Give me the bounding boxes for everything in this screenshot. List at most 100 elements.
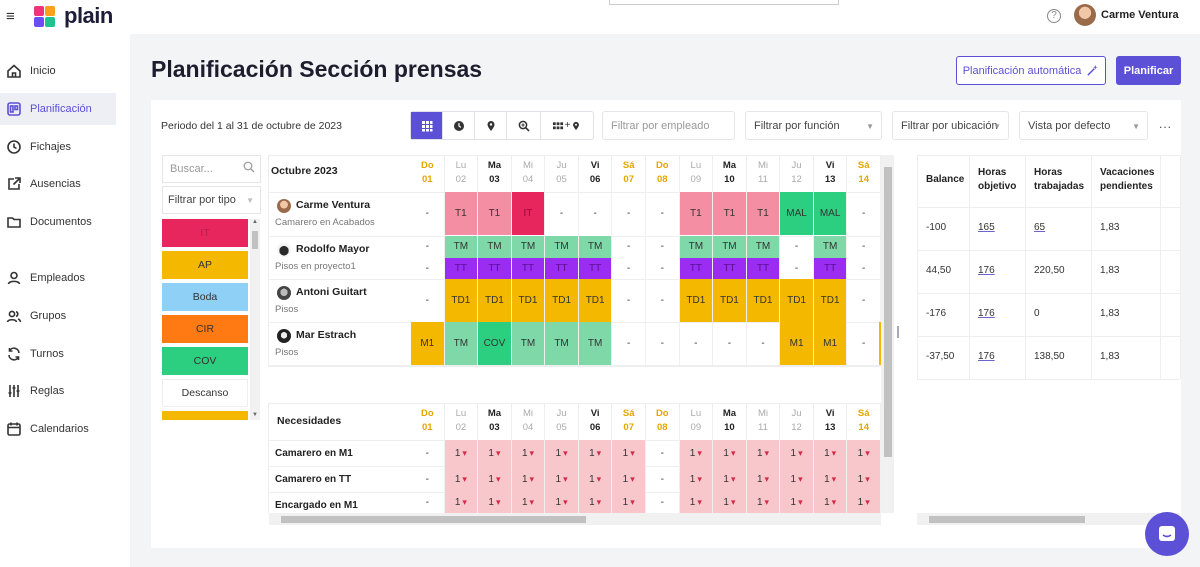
need-cell[interactable]: 1 ▾: [847, 440, 881, 466]
shift-cell[interactable]: -: [646, 279, 680, 322]
shift-cell[interactable]: M1: [411, 322, 445, 365]
legend-item[interactable]: CIR: [162, 315, 248, 343]
shift-cell[interactable]: TT: [679, 257, 714, 279]
totals-horizontal-scrollbar[interactable]: [917, 513, 1180, 525]
shift-cell[interactable]: -: [847, 257, 881, 279]
shift-cell[interactable]: TT: [444, 257, 479, 279]
shift-cell[interactable]: -: [646, 192, 680, 235]
shift-cell[interactable]: COV: [478, 322, 512, 365]
legend-scrollbar[interactable]: ▲ ▼: [250, 219, 260, 420]
shift-cell[interactable]: TM: [813, 236, 848, 258]
need-cell[interactable]: -: [646, 440, 680, 466]
need-cell[interactable]: 1 ▾: [746, 466, 781, 492]
need-cell[interactable]: 1 ▾: [713, 466, 747, 492]
shift-cell[interactable]: -: [847, 322, 881, 365]
shift-cell[interactable]: -: [747, 322, 781, 365]
shift-cell[interactable]: -: [780, 257, 814, 279]
shift-cell[interactable]: MAL: [780, 192, 814, 235]
shift-cell[interactable]: TT: [813, 257, 848, 279]
legend-item[interactable]: Boda: [162, 283, 248, 311]
sidebar-item-fichajes[interactable]: Fichajes: [0, 131, 116, 163]
scroll-down-icon[interactable]: ▼: [252, 412, 258, 418]
need-cell[interactable]: 1 ▾: [444, 492, 479, 513]
totals-cell[interactable]: 176: [978, 351, 995, 362]
shift-cell[interactable]: TT: [478, 257, 512, 279]
sidebar-item-planificación[interactable]: Planificación: [0, 93, 116, 125]
shift-cell[interactable]: -: [646, 236, 680, 258]
shift-cell[interactable]: TD1: [578, 279, 613, 322]
shift-cell[interactable]: -: [847, 192, 881, 235]
user-name[interactable]: Carme Ventura: [1101, 9, 1179, 21]
totals-cell[interactable]: 176: [978, 265, 995, 276]
need-cell[interactable]: -: [411, 440, 445, 466]
shift-cell[interactable]: -: [411, 257, 445, 279]
grid-scroll-thumb[interactable]: [884, 167, 892, 457]
sidebar-item-documentos[interactable]: Documentos: [0, 206, 116, 238]
legend-search-input[interactable]: Buscar...: [162, 155, 261, 183]
avatar[interactable]: [1074, 4, 1096, 26]
need-cell[interactable]: 1 ▾: [847, 466, 881, 492]
clock-view-icon[interactable]: [443, 112, 475, 139]
sidebar-item-grupos[interactable]: Grupos: [0, 300, 116, 332]
need-cell[interactable]: 1 ▾: [612, 492, 646, 513]
legend-item[interactable]: Descanso: [162, 379, 248, 407]
auto-planning-button[interactable]: Planificación automática: [956, 56, 1106, 85]
need-cell[interactable]: 1 ▾: [545, 492, 579, 513]
employee-name[interactable]: Mar Estrach: [296, 329, 356, 341]
shift-cell[interactable]: -: [646, 257, 680, 279]
shift-cell[interactable]: T1: [444, 192, 479, 235]
location-view-icon[interactable]: [475, 112, 507, 139]
need-cell[interactable]: 1 ▾: [780, 466, 814, 492]
employee-name[interactable]: Carme Ventura: [296, 199, 370, 211]
shift-cell[interactable]: TD1: [746, 279, 781, 322]
need-cell[interactable]: -: [646, 492, 680, 513]
grid-location-view-icon[interactable]: +: [541, 112, 593, 139]
need-cell[interactable]: 1 ▾: [612, 440, 646, 466]
filter-function-select[interactable]: Filtrar por función ▼: [745, 111, 882, 140]
need-cell[interactable]: 1 ▾: [847, 492, 881, 513]
shift-cell[interactable]: IT: [511, 192, 546, 235]
shift-cell[interactable]: TM: [578, 236, 613, 258]
need-cell[interactable]: 1 ▾: [679, 466, 714, 492]
shift-cell[interactable]: -: [847, 279, 881, 322]
shift-cell[interactable]: TD1: [444, 279, 479, 322]
shift-cell[interactable]: TD1: [813, 279, 848, 322]
legend-item[interactable]: COV: [162, 347, 248, 375]
need-cell[interactable]: 1 ▾: [511, 440, 546, 466]
legend-item[interactable]: IT: [162, 219, 248, 247]
legend-item[interactable]: [162, 411, 248, 420]
shift-cell[interactable]: -: [612, 236, 646, 258]
plan-button[interactable]: Planificar: [1116, 56, 1181, 85]
need-cell[interactable]: 1 ▾: [780, 440, 814, 466]
shift-cell[interactable]: T1: [679, 192, 714, 235]
need-cell[interactable]: -: [646, 466, 680, 492]
shift-cell[interactable]: T1: [746, 192, 781, 235]
sidebar-item-ausencias[interactable]: Ausencias: [0, 168, 116, 200]
shift-cell[interactable]: -: [612, 322, 646, 365]
shift-cell[interactable]: TM: [511, 322, 546, 365]
need-cell[interactable]: 1 ▾: [813, 440, 848, 466]
shift-cell[interactable]: T1: [478, 192, 512, 235]
need-cell[interactable]: 1 ▾: [578, 466, 613, 492]
need-cell[interactable]: -: [411, 466, 445, 492]
need-cell[interactable]: 1 ▾: [679, 440, 714, 466]
shift-cell[interactable]: -: [646, 322, 680, 365]
shift-cell[interactable]: TT: [746, 257, 781, 279]
need-cell[interactable]: 1 ▾: [478, 466, 512, 492]
need-cell[interactable]: 1 ▾: [813, 492, 848, 513]
totals-cell[interactable]: 220,50: [1034, 265, 1065, 276]
need-cell[interactable]: 1 ▾: [813, 466, 848, 492]
need-cell[interactable]: 1 ▾: [746, 440, 781, 466]
shift-cell[interactable]: TM: [578, 322, 613, 365]
filter-location-select[interactable]: Filtrar por ubicación ▼: [892, 111, 1009, 140]
totals-cell[interactable]: 65: [1034, 222, 1045, 233]
shift-cell[interactable]: TT: [713, 257, 747, 279]
help-icon[interactable]: ?: [1047, 9, 1061, 23]
need-cell[interactable]: 1 ▾: [612, 466, 646, 492]
need-cell[interactable]: 1 ▾: [713, 440, 747, 466]
need-cell[interactable]: 1 ▾: [713, 492, 747, 513]
type-filter-select[interactable]: Filtrar por tipo ▼: [162, 186, 261, 214]
sidebar-item-calendarios[interactable]: Calendarios: [0, 413, 116, 445]
shift-cell[interactable]: -: [680, 322, 714, 365]
sidebar-item-reglas[interactable]: Reglas: [0, 375, 116, 407]
